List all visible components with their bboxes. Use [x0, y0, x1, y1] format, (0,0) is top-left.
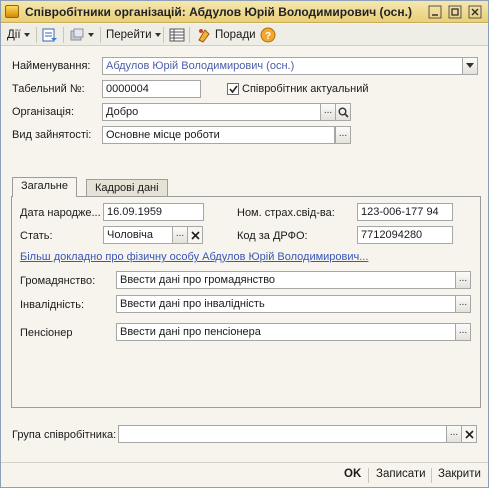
window-title: Співробітники організацій: Абдулов Юрій … — [25, 5, 412, 19]
tips-icon — [198, 29, 210, 43]
close-icon[interactable] — [468, 5, 482, 19]
goto-menu-button[interactable]: Перейти — [106, 26, 161, 44]
tax-label: Код за ДРФО: — [237, 230, 308, 242]
group-input[interactable] — [118, 425, 447, 443]
search-icon — [338, 107, 349, 118]
disability-input[interactable]: Ввести дані про інвалідність — [116, 295, 456, 313]
tab-hr-data[interactable]: Кадрові дані — [86, 179, 168, 197]
group-label: Група співробітника: — [12, 429, 117, 441]
name-input[interactable]: Абдулов Юрій Володимирович (осн.) — [102, 57, 463, 75]
actions-menu-button[interactable]: Дії — [7, 26, 30, 44]
group-select-button[interactable]: ... — [446, 425, 462, 443]
pensioner-select-button[interactable]: ... — [455, 323, 471, 341]
active-checkbox-label[interactable]: Співробітник актуальний — [242, 83, 369, 95]
sex-select-button[interactable]: ... — [172, 226, 188, 244]
chevron-down-icon — [154, 33, 161, 37]
citizenship-select-button[interactable]: ... — [455, 271, 471, 289]
insurance-label: Ном. страх.свід-ва: — [237, 207, 335, 219]
save-button[interactable]: Записати — [376, 468, 426, 480]
active-checkbox[interactable] — [227, 83, 239, 95]
chevron-down-icon — [88, 33, 94, 37]
sex-clear-button[interactable] — [187, 226, 203, 244]
chevron-down-icon — [466, 63, 474, 68]
toolbar: Дії Перейти Поради ? — [1, 24, 488, 46]
chevron-down-icon — [23, 33, 30, 37]
name-label: Найменування: — [12, 60, 91, 72]
birth-input[interactable]: 16.09.1959 — [103, 203, 204, 221]
ok-button[interactable]: OK — [344, 468, 361, 480]
employee-window: Співробітники організацій: Абдулов Юрій … — [0, 0, 489, 488]
disability-label: Інвалідність: — [20, 299, 85, 311]
org-search-button[interactable] — [335, 103, 351, 121]
maximize-icon[interactable] — [448, 5, 462, 19]
clear-icon — [191, 231, 200, 240]
sex-label: Стать: — [20, 230, 53, 242]
close-button[interactable]: Закрити — [438, 468, 481, 480]
tax-input[interactable]: 7712094280 — [357, 226, 453, 244]
save-and-close-icon[interactable] — [41, 26, 59, 44]
org-label: Організація: — [12, 106, 74, 118]
tab-general[interactable]: Загальне — [12, 177, 77, 197]
tab-panel-general: Дата народже... 16.09.1959 Ном. страх.св… — [11, 196, 481, 408]
employment-label: Вид зайнятості: — [12, 129, 92, 141]
app-icon — [5, 5, 19, 18]
tips-button[interactable]: Поради — [196, 26, 256, 44]
button-separator — [431, 468, 432, 483]
tabnum-input[interactable]: 0000004 — [102, 80, 201, 98]
title-bar: Співробітники організацій: Абдулов Юрій … — [1, 1, 488, 23]
org-input[interactable]: Добро — [102, 103, 322, 121]
minimize-icon[interactable] — [428, 5, 442, 19]
person-details-link[interactable]: Більш докладно про фізичну особу Абдулов… — [20, 251, 368, 263]
insurance-input[interactable]: 123-006-177 94 — [357, 203, 453, 221]
based-on-icon[interactable] — [69, 26, 94, 44]
pensioner-label: Пенсіонер — [20, 327, 73, 339]
bottom-bar: OK Записати Закрити — [1, 462, 488, 487]
svg-text:?: ? — [265, 31, 271, 42]
sex-input[interactable]: Чоловіча — [103, 226, 173, 244]
name-dropdown-button[interactable] — [462, 57, 478, 75]
goto-menu-label: Перейти — [106, 29, 152, 41]
button-separator — [368, 468, 369, 483]
employment-input[interactable]: Основне місце роботи — [102, 126, 335, 144]
toolbar-separator — [36, 27, 37, 43]
toolbar-separator — [189, 27, 190, 43]
employment-select-button[interactable]: ... — [335, 126, 351, 144]
disability-select-button[interactable]: ... — [455, 295, 471, 313]
toolbar-separator — [63, 27, 64, 43]
citizenship-label: Громадянство: — [20, 275, 96, 287]
pensioner-input[interactable]: Ввести дані про пенсіонера — [116, 323, 456, 341]
tabnum-label: Табельний №: — [12, 83, 85, 95]
tips-label: Поради — [215, 29, 256, 41]
toolbar-separator — [163, 27, 164, 43]
group-clear-button[interactable] — [461, 425, 477, 443]
toolbar-separator — [100, 27, 101, 43]
actions-menu-label: Дії — [7, 29, 21, 41]
help-icon[interactable]: ? — [260, 26, 276, 44]
org-select-button[interactable]: ... — [320, 103, 336, 121]
birth-label: Дата народже... — [20, 207, 101, 219]
clear-icon — [465, 430, 474, 439]
checkmark-icon — [229, 85, 238, 94]
structure-icon[interactable] — [169, 26, 185, 44]
citizenship-input[interactable]: Ввести дані про громадянство — [116, 271, 456, 289]
